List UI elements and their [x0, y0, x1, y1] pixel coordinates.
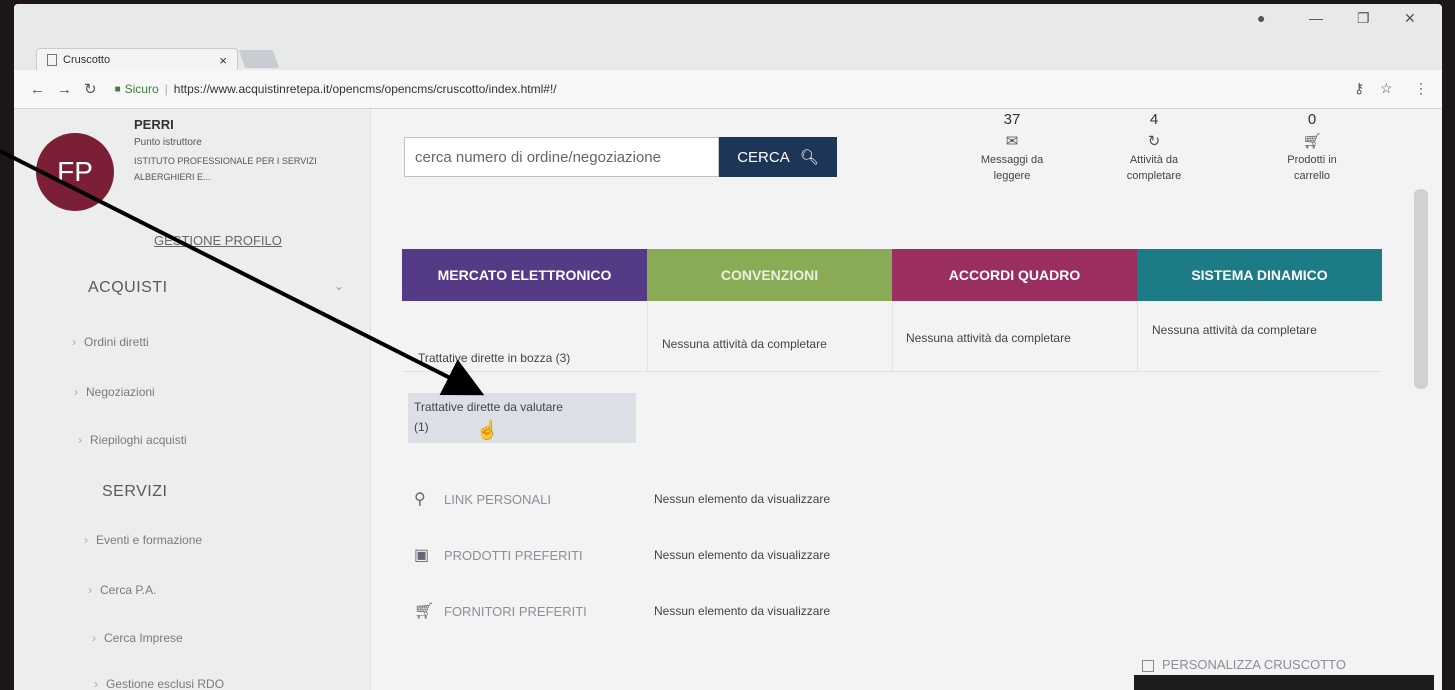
arrow-line: [0, 149, 485, 396]
annotation-arrow: [0, 149, 485, 396]
